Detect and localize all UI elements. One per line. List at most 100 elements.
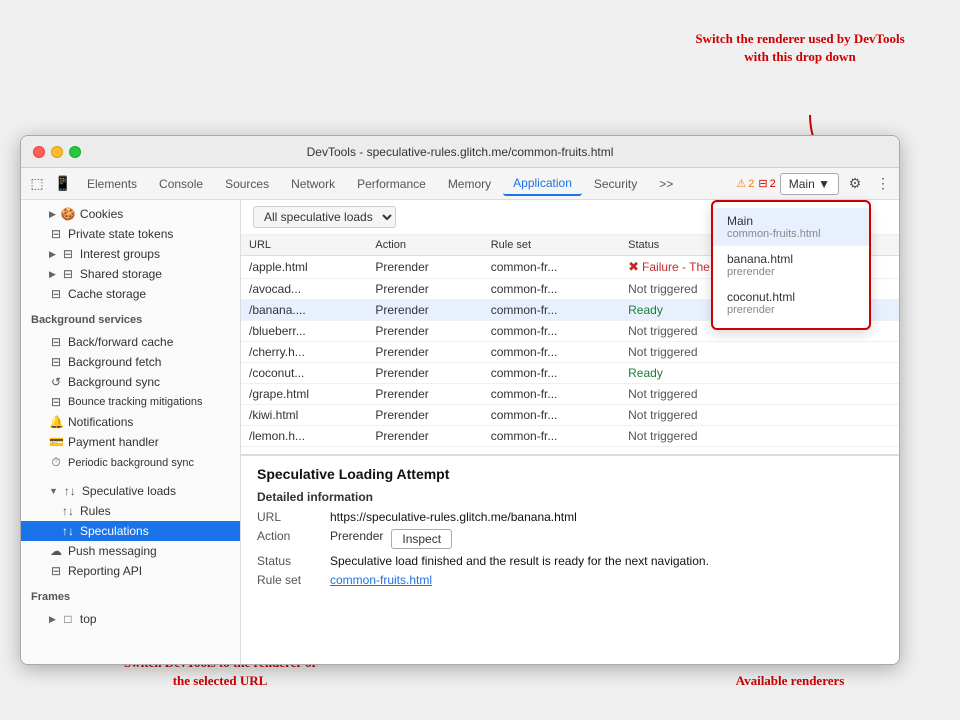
bg-sync-icon: ↺ [49,375,63,389]
sidebar-section-bg-services: ⊟ Back/forward cache ⊟ Background fetch … [21,328,240,477]
cell-ruleset: common-fr... [483,321,620,342]
sidebar-item-bfcache[interactable]: ⊟ Back/forward cache [21,332,240,352]
sidebar-item-bounce-tracking[interactable]: ⊟ Bounce tracking mitigations [21,392,240,412]
detail-ruleset-link[interactable]: common-fruits.html [330,573,432,587]
warn-icon: ⚠ [736,177,746,190]
sidebar-item-private-tokens[interactable]: ⊟ Private state tokens [21,224,240,244]
detail-status-value: Speculative load finished and the result… [330,554,709,568]
sidebar-label-shared-storage: Shared storage [80,267,162,281]
expand-icon-2: ▶ [49,249,56,260]
settings-icon[interactable]: ⚙ [843,172,867,196]
cell-action: Prerender [367,426,482,447]
sidebar-label-speculations: Speculations [80,524,149,538]
tab-sources[interactable]: Sources [215,173,279,195]
cell-url: /banana.... [241,300,367,321]
renderer-dropdown-btn[interactable]: Main ▼ [780,173,839,195]
cell-status: Ready [620,363,899,384]
sidebar-bg-services-label: Background services [21,308,240,328]
cell-ruleset: common-fr... [483,279,620,300]
device-icon[interactable]: 📱 [51,172,75,196]
sidebar-item-notifications[interactable]: 🔔 Notifications [21,412,240,432]
toolbar-right: ⚠ 2 ⊟ 2 Main ▼ ⚙ ⋮ [736,172,895,196]
tab-application[interactable]: Application [503,172,582,196]
sidebar-item-speculations[interactable]: ↑↓ Speculations [21,521,240,541]
tab-network[interactable]: Network [281,173,345,195]
sidebar-item-interest-groups[interactable]: ▶ ⊟ Interest groups [21,244,240,264]
push-messaging-icon: ☁ [49,544,63,558]
tab-elements[interactable]: Elements [77,173,147,195]
table-row[interactable]: /grape.htmlPrerendercommon-fr...Not trig… [241,384,899,405]
table-row[interactable]: /lemon.h...Prerendercommon-fr...Not trig… [241,426,899,447]
renderer-banana-sub: prerender [727,266,855,278]
periodic-bg-sync-icon: ⏱ [49,455,63,470]
sidebar-item-bg-sync[interactable]: ↺ Background sync [21,372,240,392]
sidebar-item-bg-fetch[interactable]: ⊟ Background fetch [21,352,240,372]
sidebar-item-periodic-bg-sync[interactable]: ⏱ Periodic background sync [21,452,240,473]
renderer-item-coconut[interactable]: coconut.html prerender [713,284,869,322]
sidebar-item-push-messaging[interactable]: ☁ Push messaging [21,541,240,561]
detail-url-label: URL [257,510,322,524]
inspect-button[interactable]: Inspect [391,529,452,549]
cell-url: /coconut... [241,363,367,384]
detail-action-label: Action [257,529,322,543]
sidebar-label-private-tokens: Private state tokens [68,227,173,241]
cache-storage-icon: ⊟ [49,287,63,301]
cookies-icon: 🍪 [61,207,75,221]
sidebar-label-bg-sync: Background sync [68,375,160,389]
close-button[interactable] [33,146,45,158]
table-row[interactable]: /cherry.h...Prerendercommon-fr...Not tri… [241,342,899,363]
payment-handler-icon: 💳 [49,435,63,449]
tab-memory[interactable]: Memory [438,173,501,195]
bg-fetch-icon: ⊟ [49,355,63,369]
sidebar-label-periodic-bg-sync: Periodic background sync [68,457,194,469]
cell-action: Prerender [367,384,482,405]
frame-icon: □ [61,612,75,626]
sidebar-label-payment-handler: Payment handler [68,435,159,449]
cell-ruleset: common-fr... [483,342,620,363]
renderer-item-banana[interactable]: banana.html prerender [713,246,869,284]
detail-ruleset-label: Rule set [257,573,322,587]
cell-url: /grape.html [241,384,367,405]
rules-icon: ↑↓ [61,504,75,518]
annotation-top-right: Switch the renderer used by DevTools wit… [690,30,910,66]
cell-action: Prerender [367,256,482,279]
minimize-button[interactable] [51,146,63,158]
sidebar-item-payment-handler[interactable]: 💳 Payment handler [21,432,240,452]
warning-badge: ⚠ 2 [736,177,754,190]
tab-more[interactable]: >> [649,173,683,195]
sidebar-item-cache-storage[interactable]: ⊟ Cache storage [21,284,240,304]
sidebar-item-top-frame[interactable]: ▶ □ top [21,609,240,629]
bfcache-icon: ⊟ [49,335,63,349]
renderer-main-sub: common-fruits.html [727,228,855,240]
maximize-button[interactable] [69,146,81,158]
cell-url: /apple.html [241,256,367,279]
tab-performance[interactable]: Performance [347,173,436,195]
tab-security[interactable]: Security [584,173,647,195]
renderer-coconut-title: coconut.html [727,290,855,304]
speculative-loads-icon: ↑↓ [63,484,77,498]
sidebar-label-cache-storage: Cache storage [68,287,146,301]
devtools-window: DevTools - speculative-rules.glitch.me/c… [20,135,900,665]
sidebar-item-speculative-loads[interactable]: ▼ ↑↓ Speculative loads [21,481,240,501]
sidebar-label-bg-fetch: Background fetch [68,355,161,369]
sidebar-item-cookies[interactable]: ▶ 🍪 Cookies [21,204,240,224]
window-title: DevTools - speculative-rules.glitch.me/c… [307,145,614,159]
sidebar-item-rules[interactable]: ↑↓ Rules [21,501,240,521]
table-row[interactable]: /kiwi.htmlPrerendercommon-fr...Not trigg… [241,405,899,426]
tab-console[interactable]: Console [149,173,213,195]
inspect-icon[interactable]: ⬚ [25,172,49,196]
renderer-popup: Main common-fruits.html banana.html prer… [711,200,871,330]
renderer-item-main[interactable]: Main common-fruits.html [713,208,869,246]
more-options-icon[interactable]: ⋮ [871,172,895,196]
shared-storage-icon: ⊟ [61,267,75,281]
sidebar-section-speculative: ▼ ↑↓ Speculative loads ↑↓ Rules ↑↓ Specu… [21,477,240,585]
detail-panel: Speculative Loading Attempt Detailed inf… [241,455,899,602]
detail-subtitle: Detailed information [257,490,883,504]
filter-select[interactable]: All speculative loads [253,206,396,228]
sidebar-item-reporting-api[interactable]: ⊟ Reporting API [21,561,240,581]
sidebar-label-top: top [80,612,97,626]
sidebar-item-shared-storage[interactable]: ▶ ⊟ Shared storage [21,264,240,284]
cell-status: Not triggered [620,405,899,426]
detail-ruleset-row: Rule set common-fruits.html [257,573,883,587]
table-row[interactable]: /coconut...Prerendercommon-fr...Ready [241,363,899,384]
